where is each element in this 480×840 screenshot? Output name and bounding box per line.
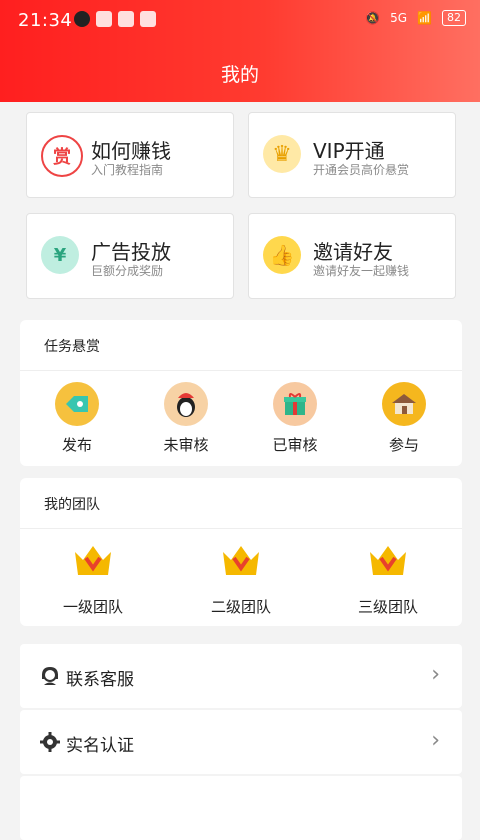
card-vip[interactable]: ♛ VIP开通 开通会员高价悬赏 (248, 112, 456, 198)
chevron-right-icon: › (431, 662, 440, 687)
menu-label: 联系客服 (66, 670, 134, 690)
menu-more[interactable] (20, 776, 462, 840)
task-publish[interactable]: 发布 (37, 382, 117, 455)
wifi-icon: 📶 (417, 11, 432, 25)
task-label: 参与 (388, 436, 419, 454)
battery-indicator: 82 (442, 10, 466, 26)
task-reward-section: 任务悬赏 发布 未审核 已审核 参与 (20, 320, 462, 466)
my-team-section: 我的团队 一级团队 二级团队 三级团队 (20, 478, 462, 626)
card-title: 邀请好友 (313, 240, 393, 264)
signal-text: 5G (390, 11, 408, 25)
chevron-right-icon: › (431, 728, 440, 753)
card-subtitle: 开通会员高价悬赏 (313, 163, 410, 177)
menu-real-name-auth[interactable]: 实名认证 › (20, 710, 462, 774)
menu-label: 实名认证 (66, 736, 134, 756)
crown-icon (223, 546, 259, 575)
section-title: 任务悬赏 (44, 339, 100, 355)
header: 21:34 🔕 5G 📶 82 我的 (0, 0, 480, 102)
card-subtitle: 巨额分成奖励 (91, 264, 164, 278)
penguin-icon (164, 382, 208, 426)
gift-box-icon (273, 382, 317, 426)
crown-icon (370, 546, 406, 575)
publish-tag-icon (55, 382, 99, 426)
customer-service-icon (42, 666, 58, 685)
page-title: 我的 (220, 64, 259, 86)
card-subtitle: 邀请好友一起赚钱 (313, 264, 410, 278)
notification-icon (74, 11, 90, 27)
reward-icon: 赏 (41, 135, 83, 177)
task-participate[interactable]: 参与 (364, 382, 444, 455)
team-level-2[interactable]: 二级团队 (191, 542, 291, 617)
card-ads[interactable]: ¥ 广告投放 巨额分成奖励 (26, 213, 234, 299)
card-invite[interactable]: 👍 邀请好友 邀请好友一起赚钱 (248, 213, 456, 299)
mute-icon: 🔕 (365, 11, 381, 25)
team-label: 一级团队 (62, 598, 123, 616)
task-label: 发布 (61, 436, 92, 454)
status-right: 🔕 5G 📶 82 (365, 10, 466, 26)
status-time: 21:34 (18, 10, 73, 31)
section-title: 我的团队 (44, 497, 100, 513)
gear-icon (40, 732, 60, 752)
card-title: VIP开通 (313, 139, 385, 163)
status-bar: 21:34 🔕 5G 📶 82 (0, 0, 480, 42)
notification-icons (74, 11, 156, 27)
invite-thumb-icon: 👍 (263, 236, 301, 274)
team-level-1[interactable]: 一级团队 (43, 542, 143, 617)
divider (20, 528, 462, 529)
card-title: 广告投放 (91, 240, 171, 264)
team-label: 二级团队 (210, 598, 271, 616)
menu-customer-service[interactable]: 联系客服 › (20, 644, 462, 708)
card-subtitle: 入门教程指南 (91, 163, 164, 177)
divider (20, 370, 462, 371)
notification-icon (118, 11, 134, 27)
card-title: 如何赚钱 (91, 139, 171, 163)
task-reviewed[interactable]: 已审核 (255, 382, 335, 455)
task-unreviewed[interactable]: 未审核 (146, 382, 226, 455)
notification-icon (140, 11, 156, 27)
team-level-3[interactable]: 三级团队 (338, 542, 438, 617)
vip-crown-icon: ♛ (263, 135, 301, 173)
crown-icon (75, 546, 111, 575)
money-bag-icon: ¥ (41, 236, 79, 274)
card-how-to-earn[interactable]: 赏 如何赚钱 入门教程指南 (26, 112, 234, 198)
task-label: 未审核 (163, 436, 209, 454)
house-icon (382, 382, 426, 426)
notification-icon (96, 11, 112, 27)
team-label: 三级团队 (357, 598, 418, 616)
task-label: 已审核 (272, 436, 318, 454)
